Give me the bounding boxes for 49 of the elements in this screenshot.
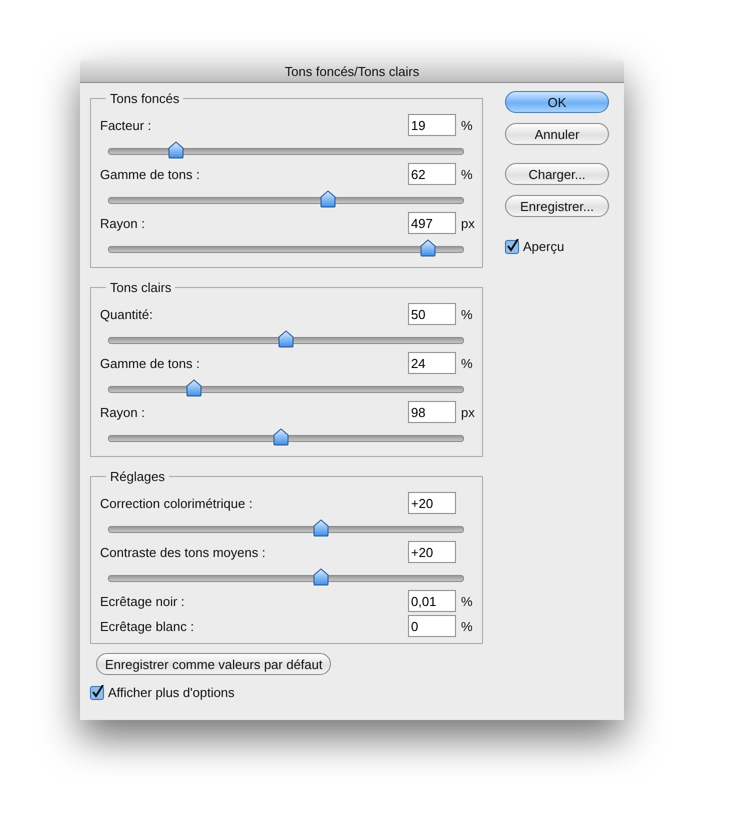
slider-thumb[interactable] — [186, 379, 202, 397]
field-label: Contraste des tons moyens : — [100, 544, 266, 560]
checkbox-label: Afficher plus d'options — [108, 685, 235, 700]
dialog-button[interactable]: Charger... — [505, 163, 609, 185]
field-label: Ecrêtage noir : — [100, 594, 186, 608]
number-field[interactable]: 98 — [408, 401, 456, 423]
unit-label: % — [461, 618, 473, 634]
window-title: Tons foncés/Tons clairs — [284, 64, 420, 78]
save-defaults-button[interactable]: Enregistrer comme valeurs par défaut — [96, 653, 332, 675]
slider-thumb[interactable] — [278, 330, 294, 348]
unit-label: % — [461, 306, 473, 322]
field-label: Gamme de tons : — [100, 356, 201, 370]
group-title: Tons foncés — [109, 91, 180, 106]
group-title: Tons clairs — [109, 280, 172, 295]
field-label: Facteur : — [100, 118, 152, 132]
field-label: Rayon : — [100, 216, 146, 230]
checkbox-label: Aperçu — [523, 239, 564, 254]
field-label: Rayon : — [100, 404, 146, 420]
unit-label: % — [461, 356, 473, 370]
number-field[interactable]: 24 — [408, 352, 456, 374]
dialog-button[interactable]: Enregistrer... — [505, 195, 609, 217]
unit-label: px — [461, 404, 475, 420]
slider-thumb[interactable] — [320, 190, 336, 208]
slider-thumb[interactable] — [272, 428, 289, 446]
slider-thumb[interactable] — [168, 141, 184, 159]
number-field[interactable]: 0 — [408, 615, 456, 637]
number-field[interactable]: 19 — [408, 114, 456, 136]
slider-thumb[interactable] — [313, 568, 330, 586]
number-field[interactable]: +20 — [408, 541, 456, 563]
field-label: Gamme de tons : — [100, 166, 201, 182]
unit-label: % — [461, 594, 473, 608]
number-field[interactable]: 497 — [408, 212, 456, 234]
number-field[interactable]: 50 — [408, 303, 456, 325]
unit-label: px — [461, 216, 475, 230]
slider-thumb[interactable] — [313, 519, 330, 537]
dialog-button[interactable]: Annuler — [505, 123, 609, 145]
checkbox[interactable] — [505, 239, 520, 254]
unit-label: % — [461, 166, 473, 182]
number-field[interactable]: 62 — [408, 163, 456, 185]
unit-label: % — [461, 118, 473, 132]
number-field[interactable]: 0,01 — [408, 590, 456, 612]
field-label: Correction colorimétrique : — [100, 496, 254, 510]
field-label: Quantité: — [100, 306, 154, 322]
checkbox[interactable] — [90, 685, 105, 700]
number-field[interactable]: +20 — [408, 492, 456, 514]
dialog-button[interactable]: OK — [505, 91, 609, 113]
field-label: Ecrêtage blanc : — [100, 618, 195, 634]
slider-thumb[interactable] — [420, 239, 436, 257]
group-title: Réglages — [109, 469, 166, 484]
